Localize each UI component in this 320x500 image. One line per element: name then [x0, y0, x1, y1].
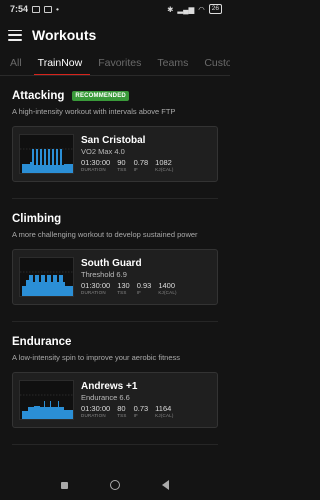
system-nav-bar — [0, 470, 230, 500]
if-label: IF — [136, 290, 142, 295]
page-title: Workouts — [32, 27, 97, 43]
kj-value: 1082 — [155, 158, 172, 167]
workout-subtitle: Endurance 6.6 — [81, 393, 130, 402]
if-value: 0.78 — [133, 158, 149, 167]
if-value: 0.73 — [133, 404, 149, 413]
profile-svg — [20, 394, 73, 419]
section-title: Endurance — [12, 336, 72, 348]
tss-value: 130 — [117, 281, 130, 290]
section-climbing: Climbing A more challenging workout to d… — [12, 199, 218, 322]
tss-label: TSS — [117, 290, 127, 295]
workout-profile-chart — [19, 134, 74, 174]
if-value: 0.93 — [136, 281, 152, 290]
tab-favorites[interactable]: Favorites — [96, 57, 147, 75]
tab-all[interactable]: All — [8, 57, 28, 75]
menu-icon[interactable] — [8, 29, 22, 41]
tss-value: 80 — [117, 404, 126, 413]
section-title: Attacking — [12, 90, 65, 102]
duration-label: DURATION — [81, 413, 106, 418]
recommended-badge: RECOMMENDED — [72, 91, 129, 101]
recents-icon[interactable] — [61, 481, 68, 489]
workout-profile-chart — [19, 380, 74, 420]
status-time: 7:54 — [10, 4, 29, 14]
kj-value: 1164 — [155, 404, 172, 413]
if-label: IF — [133, 167, 138, 172]
tss-value: 90 — [117, 158, 126, 167]
app-bar: Workouts — [0, 18, 230, 52]
duration-label: DURATION — [81, 290, 106, 295]
workout-profile-chart — [19, 257, 74, 297]
workout-subtitle: VO2 Max 4.0 — [81, 147, 125, 156]
tab-bar: All TrainNow Favorites Teams Custom — [0, 52, 230, 76]
section-description: A high-intensity workout with intervals … — [12, 107, 176, 116]
kj-label: KJ(CAL) — [158, 290, 177, 295]
home-icon[interactable] — [110, 480, 120, 490]
status-bar: 7:54 • ✱ ▂▄▆ ◠ 26 — [0, 0, 230, 18]
section-endurance: Endurance A low-intensity spin to improv… — [12, 322, 218, 445]
section-description: A low-intensity spin to improve your aer… — [12, 353, 180, 362]
tab-trainnow[interactable]: TrainNow — [33, 57, 90, 75]
tab-custom[interactable]: Custom — [202, 57, 230, 75]
kj-value: 1400 — [158, 281, 176, 290]
profile-svg — [20, 271, 73, 296]
workout-list: Attacking RECOMMENDED A high-intensity w… — [0, 76, 230, 445]
notification-icon — [44, 5, 53, 13]
workout-name: Andrews +1 — [81, 381, 138, 392]
bluetooth-icon: ✱ — [167, 4, 174, 14]
battery-icon: 26 — [208, 4, 222, 14]
tab-teams[interactable]: Teams — [155, 57, 194, 75]
dot-icon: • — [56, 4, 59, 14]
tss-label: TSS — [117, 413, 127, 418]
workout-name: South Guard — [81, 258, 142, 269]
duration-value: 01:30:00 — [81, 404, 111, 413]
kj-label: KJ(CAL) — [155, 413, 174, 418]
signal-icon: ▂▄▆ — [177, 4, 195, 14]
notification-icon — [32, 5, 41, 13]
wifi-icon: ◠ — [198, 4, 205, 14]
tss-label: TSS — [117, 167, 127, 172]
workout-subtitle: Threshold 6.9 — [81, 270, 127, 279]
back-icon[interactable] — [162, 480, 169, 490]
duration-value: 01:30:00 — [81, 281, 111, 290]
duration-value: 01:30:00 — [81, 158, 111, 167]
section-attacking: Attacking RECOMMENDED A high-intensity w… — [12, 76, 218, 199]
section-title: Climbing — [12, 213, 62, 225]
kj-label: KJ(CAL) — [155, 167, 174, 172]
workout-card[interactable]: Andrews +1 Endurance 6.6 01:30:00 DURATIO… — [12, 372, 218, 428]
workout-card[interactable]: San Cristobal VO2 Max 4.0 01:30:00 DURATI… — [12, 126, 218, 182]
workout-name: San Cristobal — [81, 135, 146, 146]
workout-card[interactable]: South Guard Threshold 6.9 01:30:00 DURATI… — [12, 249, 218, 305]
if-label: IF — [133, 413, 138, 418]
duration-label: DURATION — [81, 167, 106, 172]
profile-svg — [20, 148, 73, 173]
section-description: A more challenging workout to develop su… — [12, 230, 198, 239]
